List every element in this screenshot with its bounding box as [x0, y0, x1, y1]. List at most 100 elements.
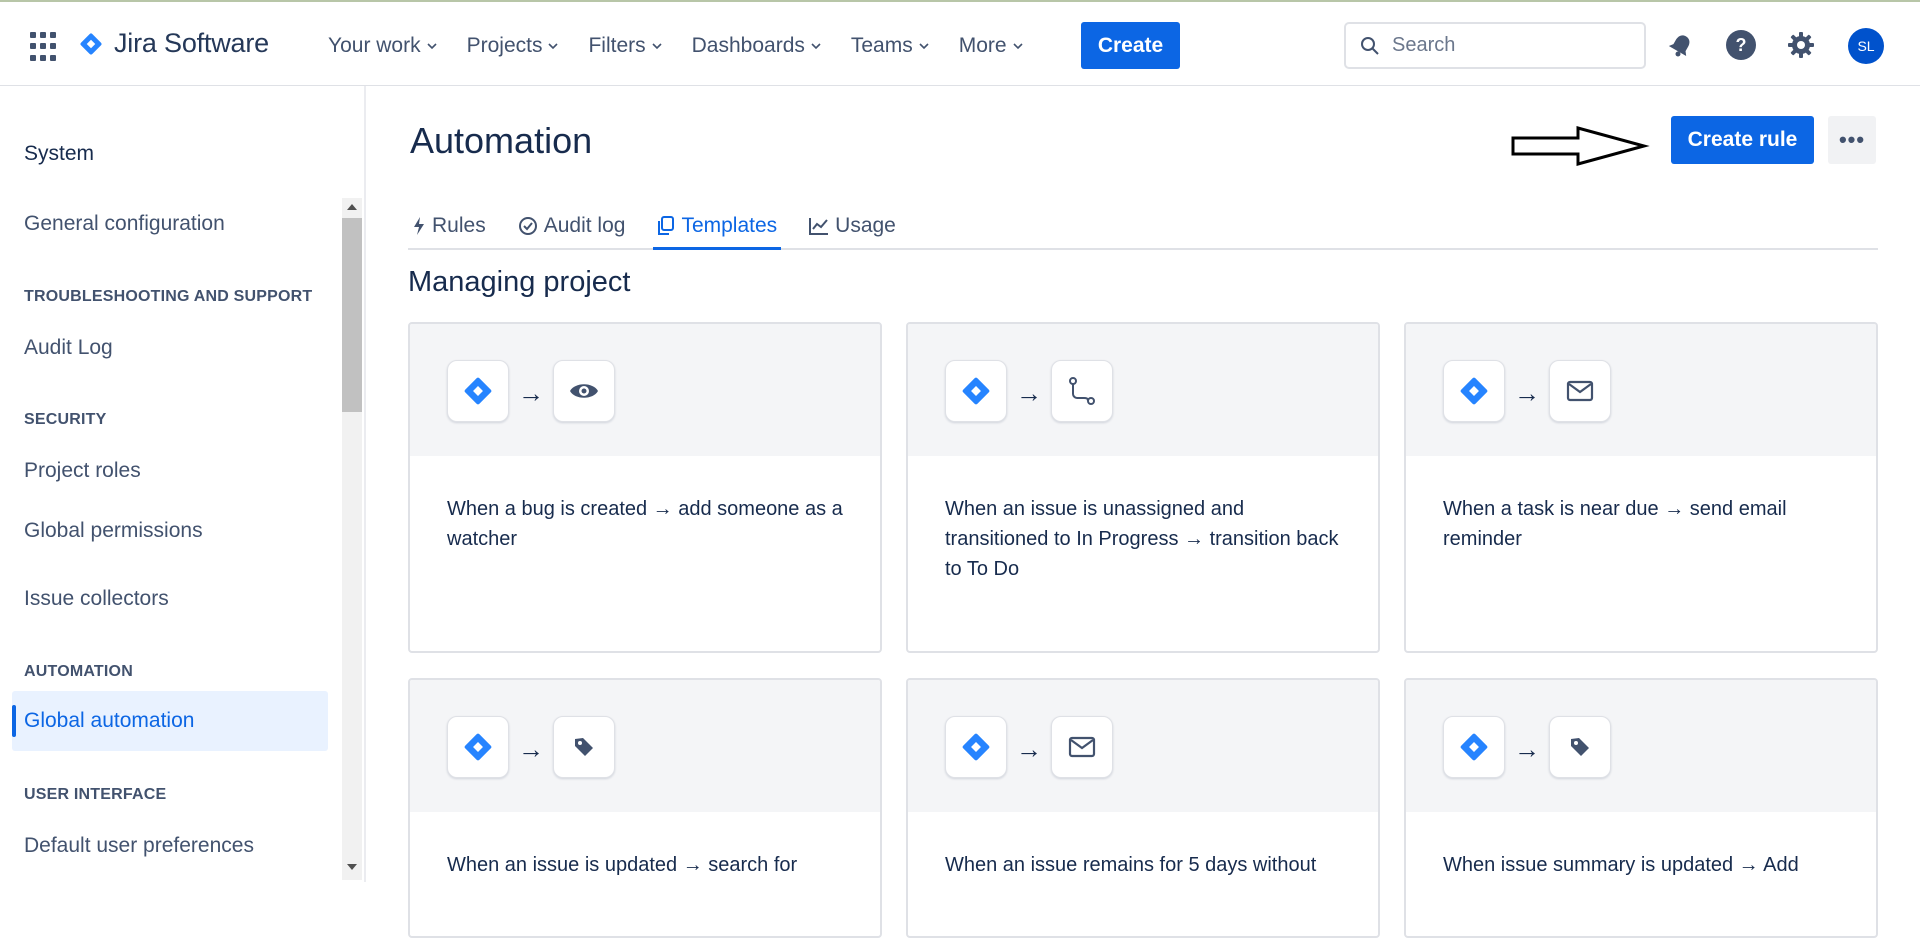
check-circle-icon	[518, 217, 537, 235]
create-rule-button[interactable]: Create rule	[1671, 116, 1814, 164]
template-card[interactable]: → When a task is near due → send email r…	[1404, 322, 1878, 653]
top-navigation: Jira Software Your work Projects Filters…	[0, 0, 1920, 86]
chevron-down-icon	[427, 43, 437, 50]
template-card[interactable]: → When a bug is created → add someone as…	[408, 322, 882, 653]
chevron-down-icon	[1013, 43, 1023, 50]
jira-diamond-icon	[464, 377, 492, 405]
tab-rules[interactable]: Rules	[408, 204, 490, 248]
tag-icon	[575, 738, 593, 756]
jira-logo[interactable]: Jira Software	[78, 28, 269, 59]
card-header: →	[908, 324, 1378, 456]
sidebar-section-security: SECURITY	[24, 411, 107, 428]
trigger-chip	[945, 716, 1007, 778]
avatar[interactable]: SL	[1848, 28, 1884, 64]
copy-icon	[658, 216, 675, 235]
nav-more[interactable]: More	[959, 34, 1023, 58]
scroll-up-arrow-icon[interactable]	[347, 204, 357, 210]
sidebar-item-audit-log[interactable]: Audit Log	[24, 336, 113, 360]
tab-label: Templates	[681, 214, 778, 237]
jira-diamond-icon	[962, 733, 990, 761]
card-header: →	[1406, 680, 1876, 812]
nav-projects[interactable]: Projects	[467, 34, 559, 58]
card-header: →	[1406, 324, 1876, 456]
tab-templates[interactable]: Templates	[653, 204, 781, 250]
nav-label: Filters	[588, 34, 646, 57]
sidebar-item-issue-collectors[interactable]: Issue collectors	[24, 587, 169, 611]
search-icon	[1361, 36, 1379, 55]
line-chart-icon	[809, 218, 829, 235]
action-chip	[1549, 360, 1611, 422]
nav-label: Dashboards	[691, 34, 805, 57]
template-card[interactable]: → When an issue remains for 5 days witho…	[906, 678, 1380, 938]
sidebar-scrollbar[interactable]	[342, 198, 362, 880]
chevron-down-icon	[652, 43, 662, 50]
tab-audit-log[interactable]: Audit log	[514, 204, 630, 248]
jira-diamond-icon	[1460, 733, 1488, 761]
nav-your-work[interactable]: Your work	[328, 34, 437, 58]
sidebar-item-global-permissions[interactable]: Global permissions	[24, 519, 203, 543]
action-chip	[553, 360, 615, 422]
page-title: Automation	[410, 120, 593, 161]
action-chip	[1051, 360, 1113, 422]
jira-diamond-icon	[464, 733, 492, 761]
template-card[interactable]: → When issue summary is updated → Add	[1404, 678, 1878, 938]
flow-arrow: →	[518, 734, 544, 764]
sidebar-item-general-configuration[interactable]: General configuration	[24, 212, 225, 236]
card-description: When an issue is updated → search for	[447, 854, 798, 876]
transition-icon	[1069, 377, 1095, 405]
action-chip	[553, 716, 615, 778]
chevron-down-icon	[548, 43, 559, 50]
card-header: →	[908, 680, 1378, 812]
jira-diamond-icon	[80, 33, 102, 54]
card-description: When an issue is unassigned and transiti…	[945, 498, 1339, 580]
mail-icon	[1068, 736, 1096, 758]
eye-icon	[570, 384, 598, 398]
card-description: When a task is near due → send email rem…	[1443, 498, 1787, 550]
trigger-chip	[1443, 360, 1505, 422]
sidebar-item-default-user-preferences[interactable]: Default user preferences	[24, 834, 254, 858]
tab-usage[interactable]: Usage	[805, 204, 900, 248]
chevron-down-icon	[919, 43, 929, 50]
scroll-down-arrow-icon[interactable]	[347, 864, 357, 870]
search-input[interactable]	[1392, 34, 1622, 57]
template-card[interactable]: → When an issue is updated → search for	[408, 678, 882, 938]
card-description: When a bug is created → add someone as a…	[447, 498, 843, 550]
nav-teams[interactable]: Teams	[851, 34, 929, 58]
sidebar-section-user-interface: USER INTERFACE	[24, 786, 167, 803]
more-actions-button[interactable]: •••	[1828, 116, 1876, 164]
create-button[interactable]: Create	[1081, 22, 1180, 69]
sidebar-section-troubleshooting: TROUBLESHOOTING AND SUPPORT	[24, 288, 313, 305]
nav-label: Your work	[328, 34, 421, 57]
tag-icon	[1571, 738, 1589, 756]
trigger-chip	[447, 360, 509, 422]
nav-dashboards[interactable]: Dashboards	[692, 34, 821, 58]
notifications-icon[interactable]	[1664, 28, 1698, 62]
nav-filters[interactable]: Filters	[588, 34, 662, 58]
nav-label: More	[958, 34, 1007, 57]
flow-arrow: →	[1514, 378, 1540, 408]
app-name: Jira Software	[114, 28, 269, 58]
nav-label: Projects	[466, 34, 543, 57]
sidebar-section-automation: AUTOMATION	[24, 663, 133, 680]
scrollbar-thumb[interactable]	[342, 218, 362, 412]
annotation-arrow-icon	[1511, 126, 1650, 166]
template-card[interactable]: → When an issue is unassigned and transi…	[906, 322, 1380, 653]
action-chip	[1051, 716, 1113, 778]
app-switcher-icon[interactable]	[30, 32, 60, 62]
section-title: Managing project	[408, 266, 631, 298]
jira-diamond-icon	[962, 377, 990, 405]
trigger-chip	[1443, 716, 1505, 778]
tab-label: Audit log	[543, 214, 626, 237]
tab-label: Usage	[835, 214, 896, 237]
sidebar: System General configuration TROUBLESHOO…	[0, 86, 366, 882]
sidebar-item-global-automation[interactable]: Global automation	[12, 691, 328, 751]
sidebar-title: System	[24, 142, 95, 165]
action-chip	[1549, 716, 1611, 778]
tab-label: Rules	[432, 214, 486, 237]
jira-diamond-icon	[1460, 377, 1488, 405]
sidebar-item-label: Global automation	[24, 709, 195, 732]
help-icon[interactable]: ?	[1724, 28, 1758, 62]
sidebar-item-project-roles[interactable]: Project roles	[24, 459, 141, 483]
settings-icon[interactable]	[1784, 28, 1818, 62]
search-box[interactable]	[1344, 22, 1646, 69]
